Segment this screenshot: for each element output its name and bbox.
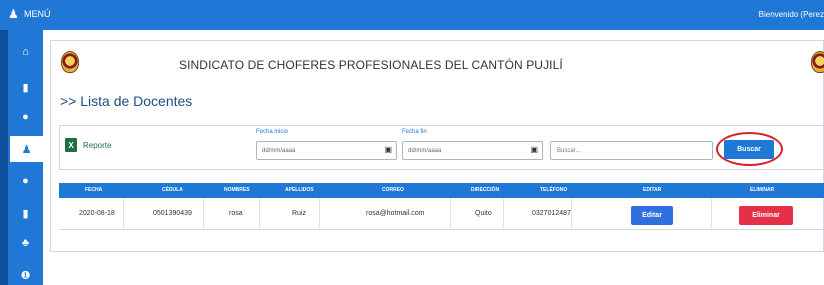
col-fecha: FECHA: [85, 187, 103, 193]
search-placeholder: Buscar...: [557, 148, 581, 154]
excel-icon[interactable]: X: [65, 138, 77, 152]
cell-apellidos: Ruiz: [292, 210, 307, 217]
user-icon: ●: [22, 111, 29, 123]
file-icon: ▮: [22, 207, 29, 220]
top-bar: ♟ MENÚ Bienvenido (Perez: [0, 0, 824, 30]
column-divider: [571, 198, 572, 230]
cell-correo: rosa@hotmail.com: [366, 210, 425, 217]
page-title: >> Lista de Docentes: [60, 93, 193, 109]
user-icon: ●: [22, 175, 29, 187]
user-tie-icon[interactable]: ♟: [8, 7, 19, 21]
column-divider: [319, 198, 320, 230]
col-cedula: CÉDULA: [162, 187, 183, 193]
menu-label[interactable]: MENÚ: [24, 9, 51, 19]
highlight-circle: [716, 132, 783, 166]
cell-fecha: 2020-08-18: [79, 210, 115, 217]
search-input[interactable]: Buscar...: [550, 141, 713, 160]
users-icon: ♣: [21, 237, 30, 249]
sidebar-item-files[interactable]: ▮: [8, 200, 43, 226]
col-direccion: DIRECCIÓN: [471, 187, 500, 193]
main-panel: SINDICATO DE CHOFERES PROFESIONALES DEL …: [50, 40, 824, 252]
column-divider: [503, 198, 504, 230]
calendar-icon[interactable]: ▣: [530, 145, 538, 154]
sidebar-item-user[interactable]: ●: [8, 104, 43, 130]
filter-panel: X Reporte Fecha inicio dd/mm/aaaa ▣ Fech…: [59, 125, 824, 170]
cell-direccion: Quito: [475, 210, 492, 217]
sidebar-strip: [0, 30, 8, 285]
fecha-inicio-label: Fecha inicio: [256, 129, 289, 135]
organization-title: SINDICATO DE CHOFERES PROFESIONALES DEL …: [179, 58, 563, 72]
date-placeholder: dd/mm/aaaa: [262, 148, 296, 154]
column-divider: [711, 198, 712, 230]
col-editar: EDITAR: [643, 187, 662, 193]
col-correo: CORREO: [382, 187, 404, 193]
welcome-text: Bienvenido (Perez: [758, 10, 824, 19]
col-nombres: NOMBRES: [224, 187, 250, 193]
edit-button[interactable]: Editar: [631, 206, 673, 225]
fecha-inicio-input[interactable]: dd/mm/aaaa ▣: [256, 141, 397, 160]
cell-telefono: 0327012487: [532, 210, 571, 217]
cell-nombres: rosa: [229, 210, 243, 217]
sidebar-item-docentes[interactable]: ♟: [8, 136, 43, 162]
sidebar-item-documents[interactable]: ▮: [8, 74, 43, 100]
column-divider: [259, 198, 260, 230]
delete-button[interactable]: Eliminar: [739, 206, 793, 225]
fecha-fin-input[interactable]: dd/mm/aaaa ▣: [402, 141, 543, 160]
col-apellidos: APELLIDOS: [285, 187, 314, 193]
home-icon: ⌂: [22, 46, 29, 58]
calendar-icon[interactable]: ▣: [384, 145, 392, 154]
date-placeholder: dd/mm/aaaa: [408, 148, 442, 154]
sidebar-item-home[interactable]: ⌂: [8, 39, 43, 65]
info-icon: ❶: [20, 269, 31, 282]
column-divider: [123, 198, 124, 230]
file-icon: ▮: [22, 81, 29, 94]
union-logo-right: [811, 51, 824, 73]
report-link[interactable]: Reporte: [83, 141, 111, 150]
cell-cedula: 0501390439: [153, 210, 192, 217]
col-eliminar: ELIMINAR: [750, 187, 775, 193]
table-header: FECHA CÉDULA NOMBRES APELLIDOS CORREO DI…: [59, 183, 824, 198]
sidebar-item-group[interactable]: ♣: [8, 230, 43, 256]
fecha-fin-label: Fecha fin: [402, 129, 427, 135]
union-logo-left: [61, 51, 79, 73]
column-divider: [450, 198, 451, 230]
sidebar-item-info[interactable]: ❶: [8, 262, 43, 285]
sidebar-item-users[interactable]: ●: [8, 168, 43, 194]
column-divider: [203, 198, 204, 230]
table-row: 2020-08-18 0501390439 rosa Ruiz rosa@hot…: [59, 198, 824, 230]
col-telefono: TELÉFONO: [540, 187, 568, 193]
user-tie-icon: ♟: [21, 143, 32, 156]
